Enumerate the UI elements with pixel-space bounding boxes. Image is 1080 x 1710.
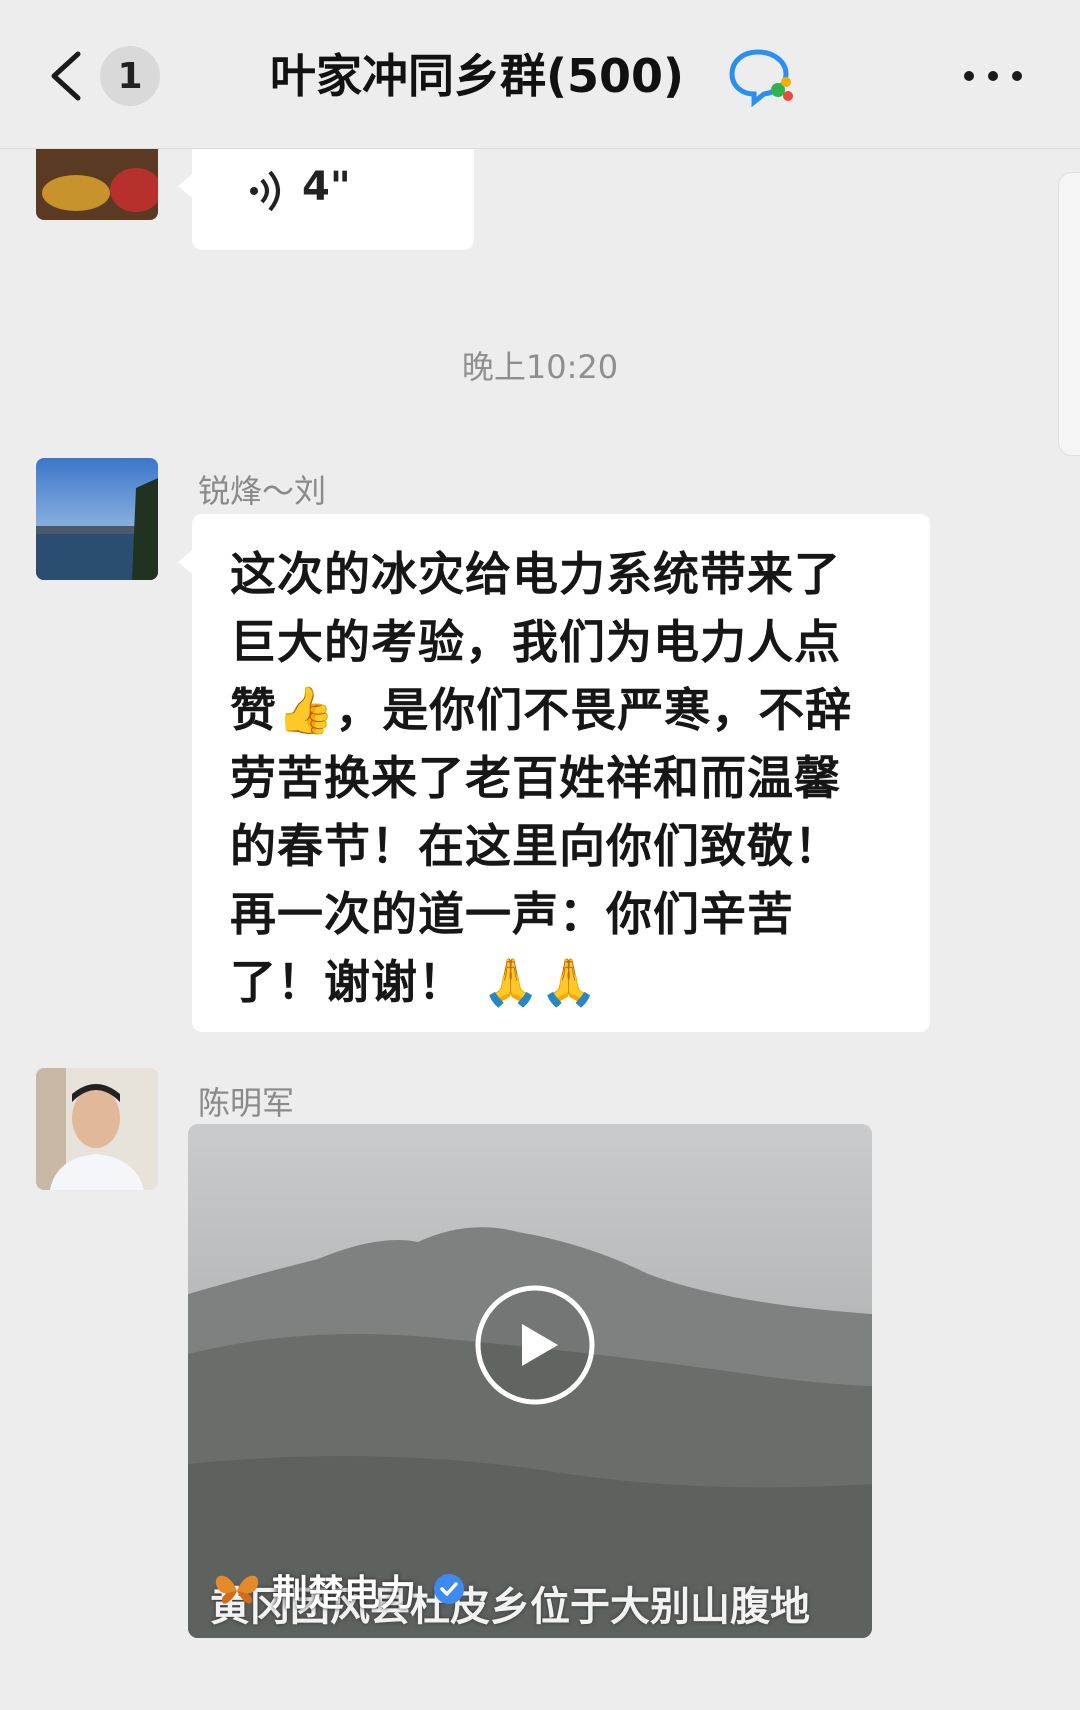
more-button[interactable] [955, 50, 1035, 100]
message-line: 这次的冰灾给电力系统带来了 [230, 547, 841, 601]
message-text: 这次的冰灾给电力系统带来了 巨大的考验，我们为电力人点 赞👍，是你们不畏严寒，不… [230, 540, 910, 1016]
message-line: 再一次的道一声：你们辛苦 [230, 887, 794, 941]
message-line: 赞👍，是你们不畏严寒，不辞 [230, 683, 853, 737]
video-source-name: 荆楚电力 [272, 1573, 417, 1614]
message-line: 劳苦换来了老百姓祥和而温馨 [230, 751, 841, 805]
avatar[interactable] [36, 458, 158, 580]
play-icon [475, 1285, 595, 1405]
side-panel-tab[interactable] [1058, 172, 1080, 456]
chevron-left-icon [51, 51, 81, 101]
sender-name: 陈明军 [198, 1084, 295, 1122]
message-timestamp: 晚上10:20 [461, 348, 619, 386]
more-icon [964, 71, 1022, 81]
sender-name: 锐烽～刘 [198, 472, 327, 510]
message-line: 巨大的考验，我们为电力人点 [230, 615, 841, 669]
voice-duration: 4" [302, 164, 351, 210]
avatar[interactable] [36, 1068, 158, 1190]
page-title: 叶家冲同乡群(500) [270, 49, 685, 103]
voice-icon [250, 170, 280, 212]
back-button[interactable] [40, 46, 100, 106]
butterfly-logo-icon [215, 1575, 259, 1604]
message-line: 的春节！在这里向你们致敬！ [230, 819, 841, 873]
message-line: 了！谢谢！ 🙏🙏 [230, 955, 599, 1009]
verified-icon [434, 1574, 464, 1604]
unread-badge[interactable]: 1 [100, 46, 160, 106]
group-chat-icon [728, 44, 798, 108]
voice-message-bubble[interactable]: 4" [178, 138, 474, 250]
play-button[interactable] [474, 1284, 596, 1406]
chat-header: 1 叶家冲同乡群(500) [0, 0, 1080, 149]
